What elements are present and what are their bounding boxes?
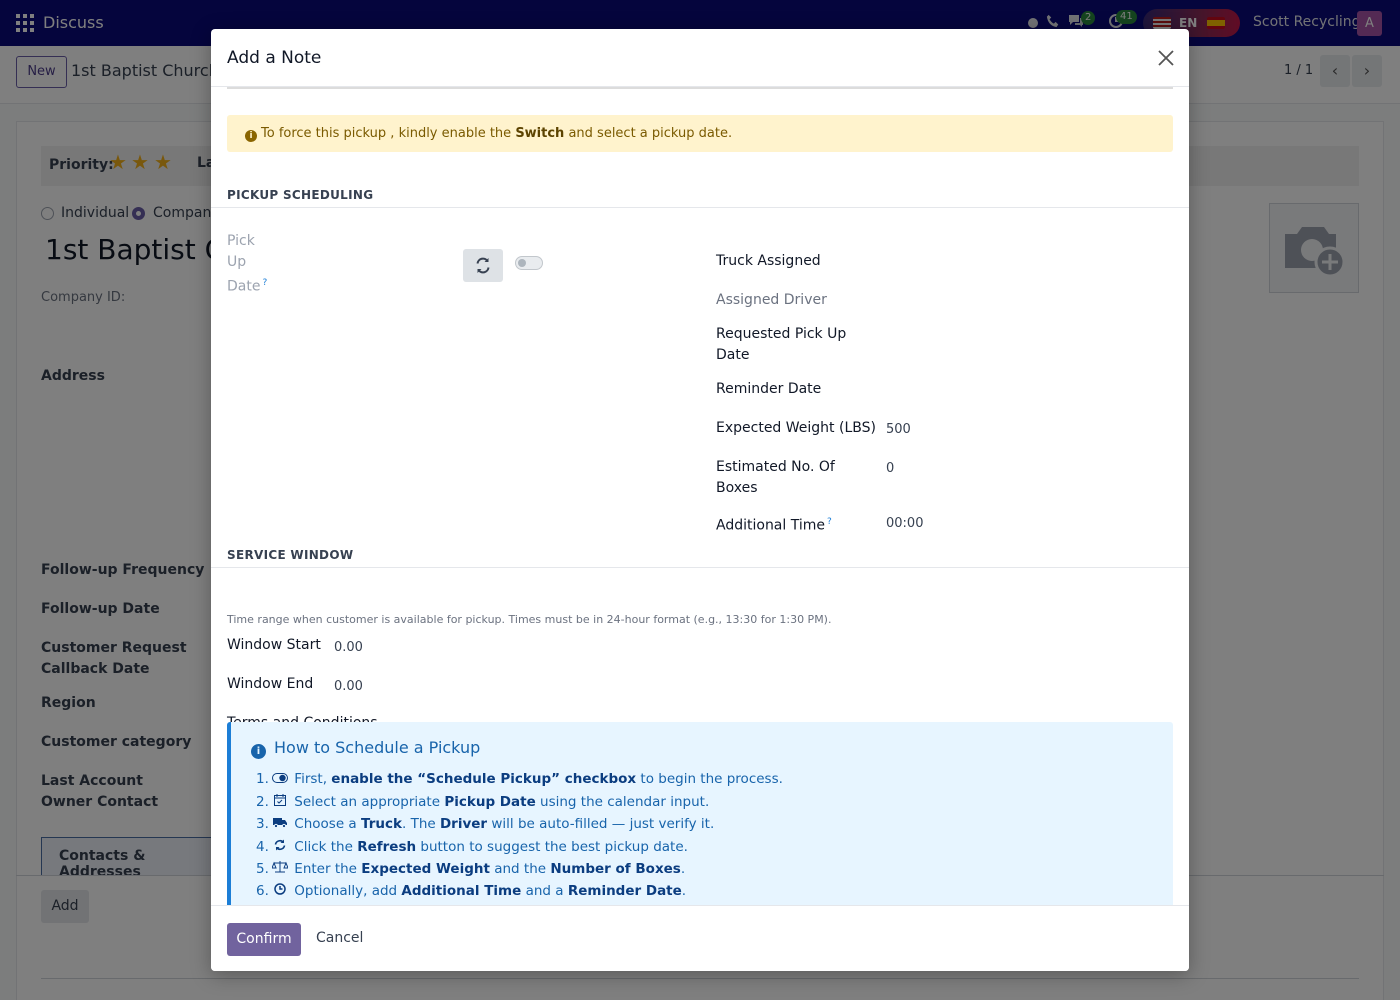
step-text: Choose a [294, 816, 361, 832]
step-bold: Expected Weight [361, 861, 490, 877]
step-text: . The [401, 816, 440, 832]
step-number: 5. [256, 861, 269, 877]
refresh-icon [270, 839, 290, 854]
dialog-title: Add a Note [227, 48, 322, 68]
section-divider [211, 207, 1189, 208]
refresh-button[interactable] [463, 249, 503, 282]
expected-weight-field[interactable]: 500 [886, 422, 911, 437]
force-pickup-alert: i To force this pickup , kindly enable th… [227, 115, 1173, 152]
list-item: 4. Click the Refresh button to suggest t… [256, 839, 688, 855]
additional-time-label: Additional Time? [716, 512, 866, 537]
step-text: to begin the process. [636, 771, 783, 787]
estimated-boxes-field[interactable]: 0 [886, 461, 894, 476]
step-bold: Refresh [357, 839, 417, 855]
pick-up-date-text: Pick Up Date [227, 233, 261, 295]
window-start-field[interactable]: 0.00 [334, 640, 363, 655]
step-number: 3. [256, 816, 269, 832]
truck-assigned-label: Truck Assigned [716, 253, 821, 269]
force-pickup-switch[interactable] [515, 256, 543, 270]
step-bold: Number of Boxes [550, 861, 681, 877]
step-number: 1. [256, 771, 269, 787]
howto-title-text: How to Schedule a Pickup [274, 738, 481, 757]
window-end-label: Window End [227, 676, 314, 692]
step-bold: Truck [361, 816, 402, 832]
step-text: Select an appropriate [294, 794, 445, 810]
window-start-label: Window Start [227, 637, 321, 653]
service-window-description: Time range when customer is available fo… [227, 613, 832, 626]
help-icon[interactable]: ? [262, 278, 267, 288]
close-icon[interactable] [1155, 47, 1177, 69]
list-item: 3. Choose a Truck. The Driver will be au… [256, 816, 714, 832]
step-text: Click the [294, 839, 358, 855]
howto-info-box: i How to Schedule a Pickup 1. First, enab… [227, 722, 1173, 905]
dialog-body: i To force this pickup , kindly enable th… [211, 87, 1189, 905]
toggle-icon [270, 772, 290, 786]
info-icon: i [245, 130, 257, 142]
requested-pickup-label: Requested Pick Up Date [716, 326, 847, 363]
truck-icon [270, 817, 290, 831]
step-text: . [680, 861, 686, 877]
step-text: will be auto-filled — just verify it. [487, 816, 715, 832]
step-text: using the calendar input. [535, 794, 710, 810]
note-editor-border [227, 87, 1173, 89]
alert-text-pre: To force this pickup , kindly enable the [261, 126, 516, 141]
dialog-footer: Confirm Cancel [211, 905, 1189, 971]
step-text: Optionally, add [294, 883, 402, 899]
step-text: First, [294, 771, 332, 787]
step-text: Enter the [294, 861, 362, 877]
additional-time-text: Additional Time [716, 517, 825, 534]
reminder-date-label: Reminder Date [716, 381, 822, 397]
estimated-boxes-label: Estimated No. Of Boxes [716, 459, 835, 496]
step-number: 6. [256, 883, 269, 899]
refresh-icon [476, 257, 490, 274]
alert-text-post: and select a pickup date. [564, 126, 733, 141]
assigned-driver-label: Assigned Driver [716, 292, 827, 308]
list-item: 5. Enter the Expected Weight and the Num… [256, 861, 685, 877]
expected-weight-label: Expected Weight (LBS) [716, 420, 876, 436]
clock-icon [270, 883, 290, 898]
add-note-dialog: Add a Note i To force this pickup , kindl… [211, 29, 1189, 971]
step-bold: Reminder Date [567, 883, 682, 899]
step-text: and a [521, 883, 568, 899]
step-text: . [681, 883, 687, 899]
scale-icon [270, 861, 290, 876]
service-section-title: SERVICE WINDOW [227, 548, 354, 562]
step-bold: Driver [439, 816, 488, 832]
list-item: 6. Optionally, add Additional Time and a… [256, 883, 686, 899]
pick-up-date-label: Pick Up Date? [227, 231, 267, 298]
additional-time-field[interactable]: 00:00 [886, 516, 923, 531]
dialog-header: Add a Note [211, 29, 1189, 87]
howto-title: i How to Schedule a Pickup [251, 738, 480, 759]
list-item: 2. Select an appropriate Pickup Date usi… [256, 794, 709, 810]
step-bold: Additional Time [401, 883, 522, 899]
step-text: and the [489, 861, 551, 877]
step-number: 2. [256, 794, 269, 810]
help-icon[interactable]: ? [827, 517, 832, 527]
calendar-icon [270, 794, 290, 809]
step-bold: Pickup Date [444, 794, 536, 810]
window-end-field[interactable]: 0.00 [334, 679, 363, 694]
pickup-section-title: PICKUP SCHEDULING [227, 188, 374, 202]
step-text: button to suggest the best pickup date. [416, 839, 688, 855]
section-divider [211, 567, 1189, 568]
list-item: 1. First, enable the “Schedule Pickup” c… [256, 771, 783, 787]
alert-text-bold: Switch [515, 126, 565, 141]
step-number: 4. [256, 839, 269, 855]
confirm-button[interactable]: Confirm [227, 923, 301, 956]
step-bold: enable the “Schedule Pickup” checkbox [331, 771, 637, 787]
info-icon: i [251, 744, 266, 759]
cancel-button[interactable]: Cancel [316, 930, 363, 946]
